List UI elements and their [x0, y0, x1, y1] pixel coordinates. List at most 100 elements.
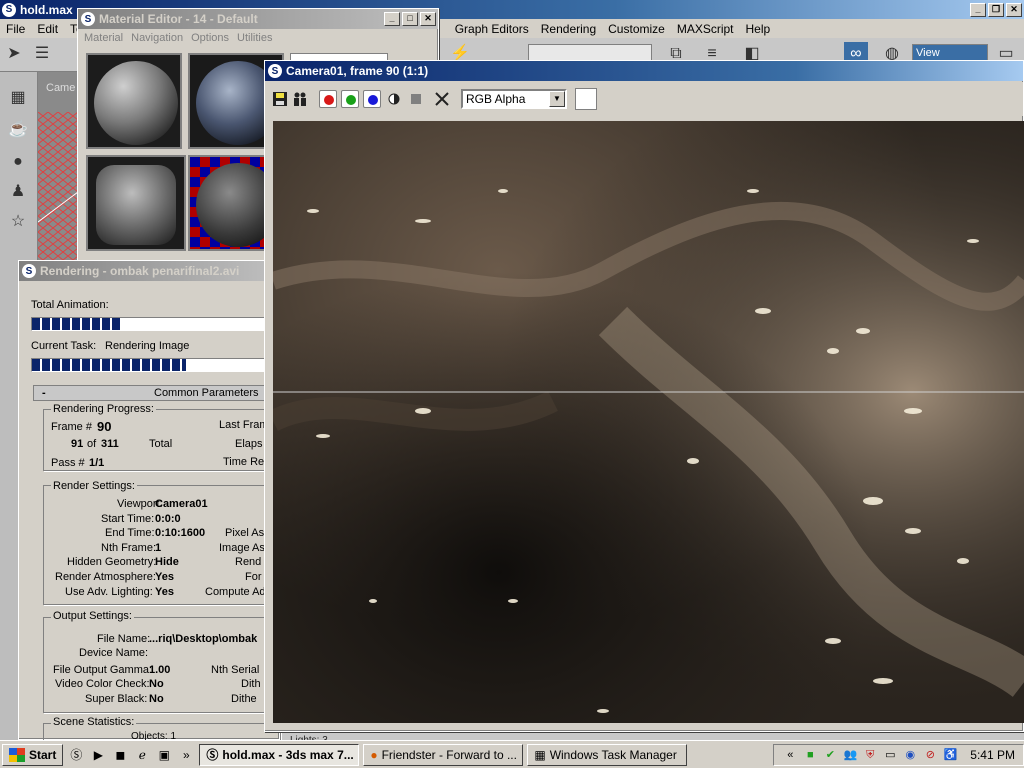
frame-count-current: 91	[71, 438, 84, 450]
teapot-icon[interactable]: ☕	[6, 118, 30, 142]
common-parameters-rollout[interactable]: - Common Parameters	[33, 385, 279, 401]
clear-icon[interactable]	[433, 90, 451, 108]
browser-quicklaunch-icon[interactable]: ℯ	[133, 746, 151, 764]
create-geometry-icon[interactable]: ▦	[6, 86, 30, 110]
super-black-value: No	[149, 693, 164, 705]
rendering-progress-window: S Rendering - ombak penarifinal2.avi Tot…	[18, 260, 281, 743]
check-icon[interactable]: ✔	[822, 747, 838, 763]
material-slot-3[interactable]	[86, 155, 186, 251]
light-icon[interactable]: ♟	[6, 180, 30, 204]
alpha-channel-icon[interactable]	[385, 90, 403, 108]
menu-graph-editors[interactable]: Graph Editors	[449, 22, 535, 36]
menu-help[interactable]: Help	[740, 22, 777, 36]
menu-options[interactable]: Options	[187, 32, 233, 44]
blue-channel-button[interactable]	[363, 90, 381, 108]
users-icon[interactable]: 👥	[842, 747, 858, 763]
select-arrow-icon[interactable]: ➤	[2, 42, 26, 66]
app-quicklaunch-icon[interactable]: ◼	[111, 746, 129, 764]
3dsmax-logo-icon: S	[81, 12, 95, 26]
select-by-name-icon[interactable]: ☰	[30, 42, 54, 66]
monitor-icon[interactable]: ▭	[882, 747, 898, 763]
system-tray: « ■ ✔ 👥 ⛨ ▭ ◉ ⊘ ♿ 5:41 PM	[773, 743, 1024, 766]
quicklaunch-chevron[interactable]: »	[177, 746, 195, 764]
rollout-collapse-sign: -	[42, 387, 46, 399]
material-preview-box	[96, 165, 176, 245]
color-swatch[interactable]	[575, 88, 597, 110]
render-atmosphere-value: Yes	[155, 571, 174, 583]
rendered-frame-window: S Camera01, frame 90 (1:1) RGB Alpha ▼	[264, 60, 1024, 732]
block-icon[interactable]: ⊘	[922, 747, 938, 763]
elapsed-label: Elaps	[235, 438, 263, 450]
green-channel-button[interactable]	[341, 90, 359, 108]
nth-serial-label: Nth Serial	[211, 664, 260, 676]
compute-adv-label: Compute Ad	[205, 586, 266, 598]
max-window-controls: _ ❐ ✕	[970, 2, 1024, 17]
task-manager-task-icon: ▦	[534, 747, 546, 762]
media-player-quicklaunch-icon[interactable]: ▶	[89, 746, 107, 764]
task-3dsmax[interactable]: Ⓢ hold.max - 3ds max 7...	[199, 743, 360, 766]
material-slot-1[interactable]	[86, 53, 182, 149]
accessibility-icon[interactable]: ♿	[942, 747, 958, 763]
output-settings-title: Output Settings:	[51, 610, 134, 622]
frame-count-of: of	[87, 438, 97, 450]
task-task-manager[interactable]: ▦ Windows Task Manager	[527, 743, 688, 766]
hidden-geometry-value: Hide	[155, 556, 179, 568]
windows-logo-icon	[9, 747, 25, 762]
use-adv-lighting-label: Use Adv. Lighting:	[65, 586, 153, 598]
frame-label: Frame #	[51, 421, 92, 433]
channel-dropdown[interactable]: RGB Alpha ▼	[461, 89, 567, 109]
helper-star-icon[interactable]: ☆	[6, 210, 30, 234]
3dsmax-logo-icon: S	[2, 2, 16, 17]
start-time-value: 0:0:0	[155, 513, 181, 525]
maximize-button[interactable]: □	[402, 12, 418, 26]
force-label: For	[245, 571, 262, 583]
total-animation-label: Total Animation:	[31, 299, 109, 311]
menu-utilities[interactable]: Utilities	[233, 32, 276, 44]
tray-expand-chevron[interactable]: «	[782, 747, 798, 763]
total-animation-progress	[31, 317, 267, 331]
menu-customize[interactable]: Customize	[602, 22, 671, 36]
task-friendster[interactable]: ● Friendster - Forward to ...	[363, 743, 524, 766]
menu-rendering[interactable]: Rendering	[535, 22, 602, 36]
file-output-gamma-value: 1.00	[149, 664, 171, 676]
blue-channel-dot-icon	[368, 95, 378, 105]
menu-navigation[interactable]: Navigation	[127, 32, 187, 44]
globe-icon[interactable]: ◉	[902, 747, 918, 763]
chevron-down-icon[interactable]: ▼	[549, 91, 565, 107]
menu-edit[interactable]: Edit	[31, 22, 64, 36]
task-3dsmax-label: hold.max - 3ds max 7...	[222, 747, 354, 762]
pixel-aspect-label: Pixel As	[225, 527, 265, 539]
3dsmax-quicklaunch-icon[interactable]: Ⓢ	[67, 746, 85, 764]
close-button[interactable]: ✕	[1006, 2, 1022, 17]
task-task-manager-label: Windows Task Manager	[549, 747, 677, 762]
menu-file[interactable]: File	[0, 22, 31, 36]
close-button[interactable]: ✕	[420, 12, 436, 26]
monochrome-icon[interactable]	[407, 90, 425, 108]
3dsmax-logo-icon: S	[268, 64, 282, 78]
render-settings-title: Render Settings:	[51, 480, 137, 492]
save-bitmap-icon[interactable]	[271, 90, 289, 108]
start-button[interactable]: Start	[2, 743, 64, 766]
clock[interactable]: 5:41 PM	[970, 748, 1015, 762]
viewport-value: Camera01	[155, 498, 208, 510]
desktop-quicklaunch-icon[interactable]: ▣	[155, 746, 173, 764]
sphere-icon[interactable]: ●	[6, 150, 30, 174]
clone-window-icon[interactable]	[291, 90, 309, 108]
restore-button[interactable]: ❐	[988, 2, 1004, 17]
current-task-progress	[31, 358, 267, 372]
shield-icon[interactable]: ⛨	[862, 747, 878, 763]
pass-value: 1/1	[89, 457, 105, 469]
menu-material[interactable]: Material	[80, 32, 127, 44]
3dsmax-task-icon: Ⓢ	[206, 748, 219, 762]
rendering-title: Rendering - ombak penarifinal2.avi	[40, 264, 240, 278]
menu-maxscript[interactable]: MAXScript	[671, 22, 740, 36]
network-icon[interactable]: ■	[802, 747, 818, 763]
minimize-button[interactable]: _	[970, 2, 986, 17]
use-adv-lighting-value: Yes	[155, 586, 174, 598]
red-channel-button[interactable]	[319, 90, 337, 108]
minimize-button[interactable]: _	[384, 12, 400, 26]
nth-frame-label: Nth Frame:	[101, 542, 157, 554]
material-editor-window-controls: _ □ ✕	[384, 12, 438, 26]
start-label: Start	[29, 747, 57, 762]
channel-dropdown-value: RGB Alpha	[466, 92, 526, 106]
